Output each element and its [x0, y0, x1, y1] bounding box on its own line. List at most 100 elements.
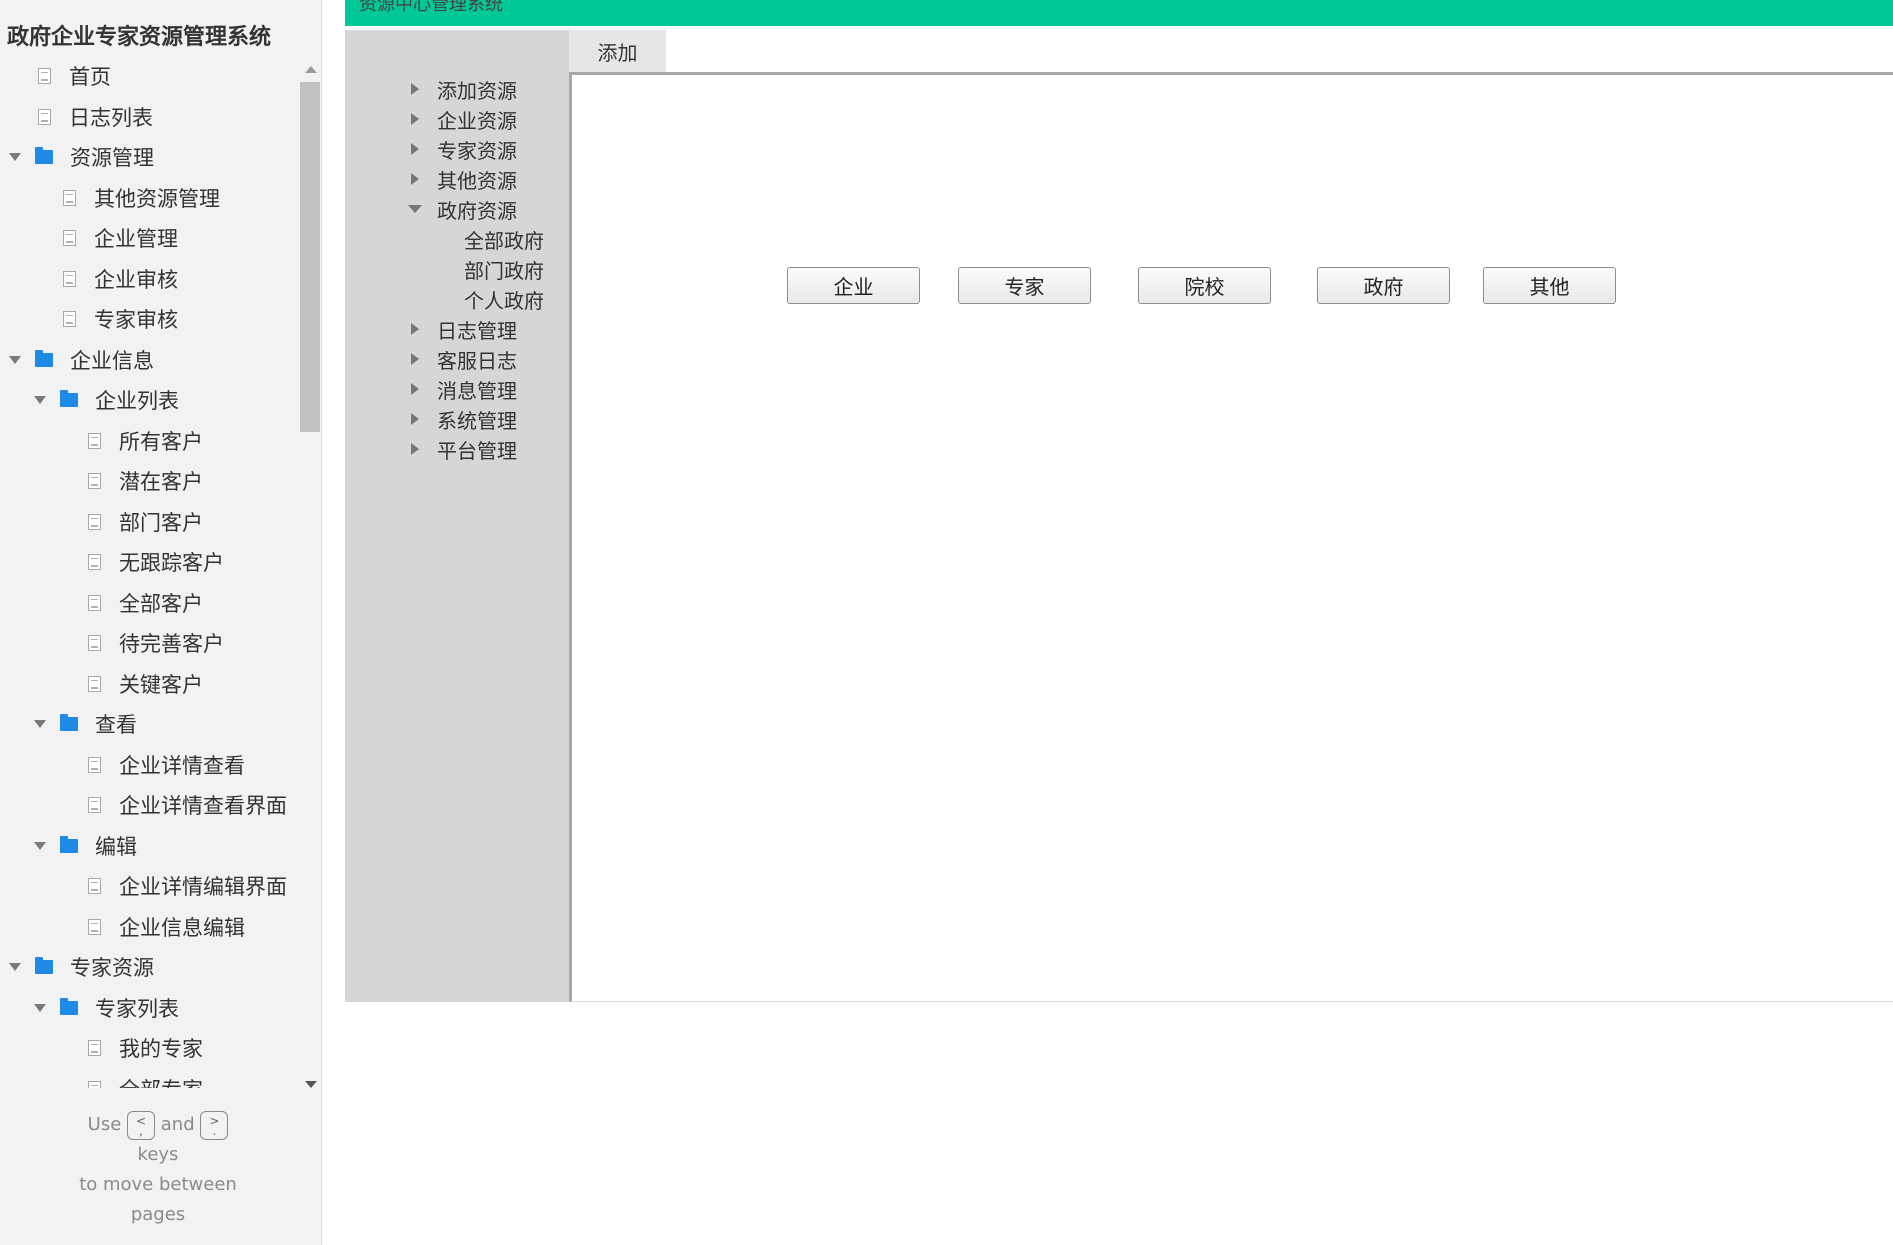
inner-nav-label: 平台管理 [437, 438, 517, 463]
inner-nav-subitem[interactable]: 部门政府 [345, 254, 569, 284]
sitemap-folder[interactable]: 查看 [0, 704, 300, 745]
sitemap-page[interactable]: 我的专家 [0, 1028, 300, 1069]
inner-nav-item[interactable]: 政府资源 [345, 194, 569, 224]
sitemap-item-label: 查看 [95, 713, 137, 738]
hint-line4-text: pages [130, 1204, 186, 1225]
government-button[interactable]: 政府 [1317, 267, 1450, 304]
next-key-icon: >. [200, 1110, 229, 1140]
scrollbar-thumb[interactable] [300, 82, 320, 432]
inner-nav-item[interactable]: 其他资源 [345, 164, 569, 194]
hint-use-text: Use [87, 1114, 122, 1135]
page-icon [88, 635, 101, 652]
sidebar-scrollbar[interactable] [300, 60, 322, 1088]
sitemap-folder[interactable]: 资源管理 [0, 137, 300, 178]
inner-nav-list: 添加资源企业资源 专家资源 其他资源 政府资源全部政府 部门政府 个人政府 日志管理 客服日志… [345, 74, 569, 464]
scroll-up-arrow-icon[interactable] [305, 66, 317, 73]
page-icon [88, 675, 101, 692]
page-icon [88, 432, 101, 449]
sitemap-page[interactable]: 企业详情查看界面 [0, 785, 300, 826]
sitemap-page[interactable]: 关键客户 [0, 664, 300, 705]
sitemap-item-label: 首页 [69, 65, 111, 90]
app-window: 政府企业专家资源管理系统 首页日志列表 资源管理 其他资源管理 企业管理 企业审核 专家审… [0, 0, 1893, 1245]
sitemap-page[interactable]: 企业详情查看 [0, 745, 300, 786]
caret-right-icon[interactable] [408, 112, 422, 126]
sitemap-folder[interactable]: 专家列表 [0, 988, 300, 1029]
sitemap-folder[interactable]: 企业信息 [0, 340, 300, 381]
inner-nav-subitem[interactable]: 个人政府 [345, 284, 569, 314]
caret-right-icon[interactable] [408, 382, 422, 396]
folder-icon [60, 835, 78, 853]
inner-nav-item[interactable]: 平台管理 [345, 434, 569, 464]
inner-nav-item[interactable]: 专家资源 [345, 134, 569, 164]
sitemap-page[interactable]: 日志列表 [0, 97, 300, 138]
sitemap-page[interactable]: 所有客户 [0, 421, 300, 462]
sitemap-item-label: 企业信息 [70, 348, 154, 373]
sitemap-item-label: 全部专家 [119, 1074, 203, 1088]
page-icon [63, 270, 76, 287]
sitemap-folder[interactable]: 专家资源 [0, 947, 300, 988]
header-title: 资源中心管理系统 [359, 0, 503, 15]
caret-right-icon[interactable] [408, 352, 422, 366]
caret-right-icon[interactable] [408, 412, 422, 426]
scroll-down-arrow-icon[interactable] [305, 1081, 317, 1088]
inner-nav-item[interactable]: 日志管理 [345, 314, 569, 344]
sidebar-title: 政府企业专家资源管理系统 [7, 25, 272, 50]
caret-right-icon[interactable] [408, 142, 422, 156]
sitemap-page[interactable]: 企业管理 [0, 218, 300, 259]
sitemap-item-label: 所有客户 [119, 429, 203, 454]
page-icon [38, 108, 51, 125]
expand-arrow-icon[interactable] [34, 394, 46, 406]
expert-button[interactable]: 专家 [958, 267, 1091, 304]
inner-nav-subitem[interactable]: 全部政府 [345, 224, 569, 254]
sitemap-page[interactable]: 部门客户 [0, 502, 300, 543]
sitemap-page[interactable]: 企业详情编辑界面 [0, 866, 300, 907]
inner-nav-label: 系统管理 [437, 408, 517, 433]
sitemap-item-label: 关键客户 [119, 672, 203, 697]
expand-arrow-icon[interactable] [34, 1002, 46, 1014]
college-button[interactable]: 院校 [1138, 267, 1271, 304]
sitemap-page[interactable]: 首页 [0, 56, 300, 97]
sitemap-item-label: 潜在客户 [119, 470, 203, 495]
expand-arrow-icon[interactable] [9, 961, 21, 973]
inner-nav-item[interactable]: 客服日志 [345, 344, 569, 374]
page-icon [88, 918, 101, 935]
page-icon [63, 189, 76, 206]
caret-right-icon[interactable] [408, 442, 422, 456]
sitemap-page[interactable]: 企业信息编辑 [0, 907, 300, 948]
sitemap-page[interactable]: 专家审核 [0, 299, 300, 340]
inner-nav-label: 全部政府 [464, 228, 544, 253]
inner-nav-item[interactable]: 系统管理 [345, 404, 569, 434]
sitemap-item-label: 企业详情查看界面 [119, 794, 287, 819]
sitemap-page[interactable]: 全部客户 [0, 583, 300, 624]
sitemap-item-label: 待完善客户 [119, 632, 224, 657]
sitemap-page[interactable]: 企业审核 [0, 259, 300, 300]
inner-nav-item[interactable]: 消息管理 [345, 374, 569, 404]
enterprise-button[interactable]: 企业 [787, 267, 920, 304]
page-icon [38, 68, 51, 85]
folder-icon [35, 957, 53, 975]
sitemap-page[interactable]: 潜在客户 [0, 461, 300, 502]
expand-arrow-icon[interactable] [34, 840, 46, 852]
expand-arrow-icon[interactable] [9, 151, 21, 163]
folder-icon [60, 714, 78, 732]
caret-right-icon[interactable] [408, 322, 422, 336]
caret-down-icon[interactable] [408, 202, 422, 216]
tab-strip [666, 30, 1893, 72]
tab-add[interactable]: 添加 [569, 30, 666, 72]
expand-arrow-icon[interactable] [34, 718, 46, 730]
sitemap-folder[interactable]: 编辑 [0, 826, 300, 867]
sitemap-page[interactable]: 其他资源管理 [0, 178, 300, 219]
caret-right-icon[interactable] [408, 172, 422, 186]
page-icon [88, 878, 101, 895]
sitemap-page[interactable]: 全部专家 [0, 1069, 300, 1088]
inner-nav-label: 企业资源 [437, 108, 517, 133]
sitemap-page[interactable]: 无跟踪客户 [0, 542, 300, 583]
sitemap-tree-viewport[interactable]: 首页日志列表 资源管理 其他资源管理 企业管理 企业审核 专家审核企业信息企业列表所有客户… [0, 56, 300, 1088]
caret-right-icon[interactable] [408, 82, 422, 96]
inner-nav-item[interactable]: 企业资源 [345, 104, 569, 134]
other-button[interactable]: 其他 [1483, 267, 1616, 304]
sitemap-page[interactable]: 待完善客户 [0, 623, 300, 664]
inner-nav-item[interactable]: 添加资源 [345, 74, 569, 104]
expand-arrow-icon[interactable] [9, 354, 21, 366]
sitemap-folder[interactable]: 企业列表 [0, 380, 300, 421]
